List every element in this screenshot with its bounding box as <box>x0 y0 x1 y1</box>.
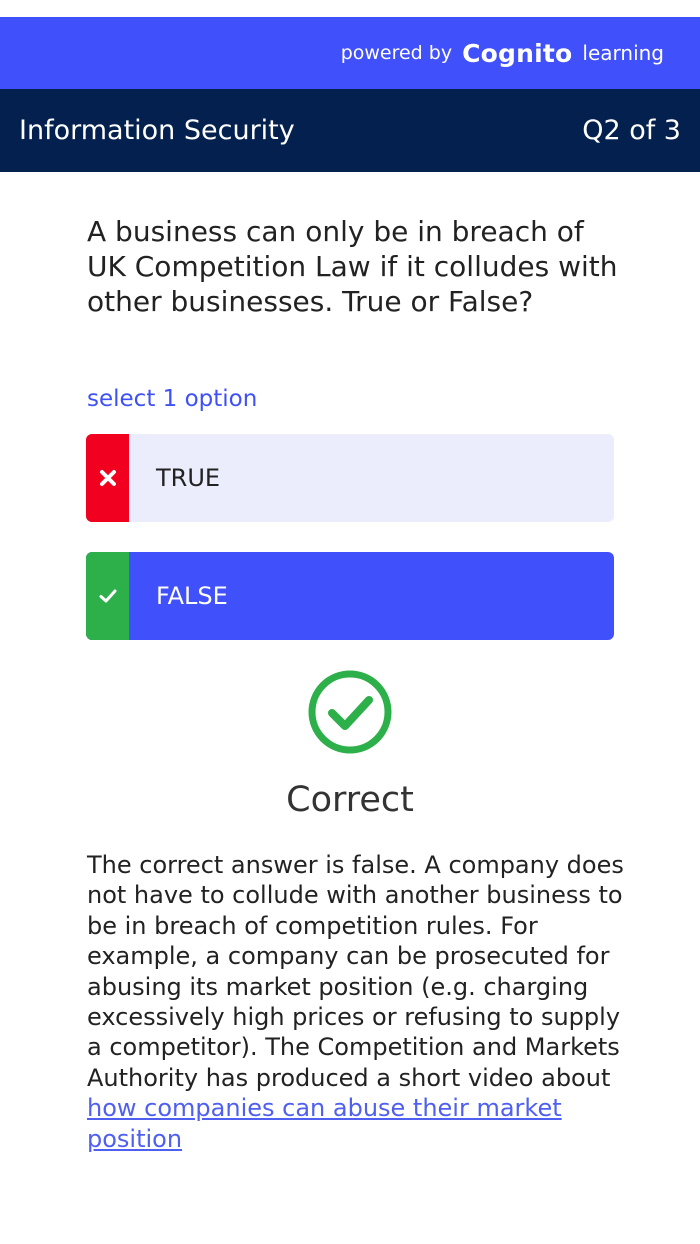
result-title: Correct <box>286 780 414 820</box>
check-circle-icon <box>307 669 393 755</box>
question-text: A business can only be in breach of UK C… <box>87 215 618 318</box>
brand-logo-name: Cognito <box>462 38 573 68</box>
answer-explanation: The correct answer is false. A company d… <box>87 850 627 1154</box>
course-title: Information Security <box>19 115 295 146</box>
brand-logo-suffix: learning <box>582 41 664 65</box>
cross-icon <box>86 434 129 522</box>
answer-option-true[interactable]: TRUE <box>86 434 614 522</box>
answer-option-label: TRUE <box>156 464 221 492</box>
status-bar-area <box>0 0 700 17</box>
explanation-text: The correct answer is false. A company d… <box>87 851 624 1092</box>
check-icon <box>86 552 129 640</box>
question-progress: Q2 of 3 <box>582 115 681 146</box>
select-instruction: select 1 option <box>87 386 258 412</box>
video-link[interactable]: how companies can abuse their market pos… <box>87 1094 562 1152</box>
quiz-header: Information Security Q2 of 3 <box>0 89 700 172</box>
brand-bar: powered by Cognito learning <box>0 17 700 89</box>
answer-option-label: FALSE <box>156 582 228 610</box>
quiz-screen: powered by Cognito learning Information … <box>0 0 700 1244</box>
answer-option-false[interactable]: FALSE <box>86 552 614 640</box>
powered-by-text: powered by <box>340 42 453 64</box>
